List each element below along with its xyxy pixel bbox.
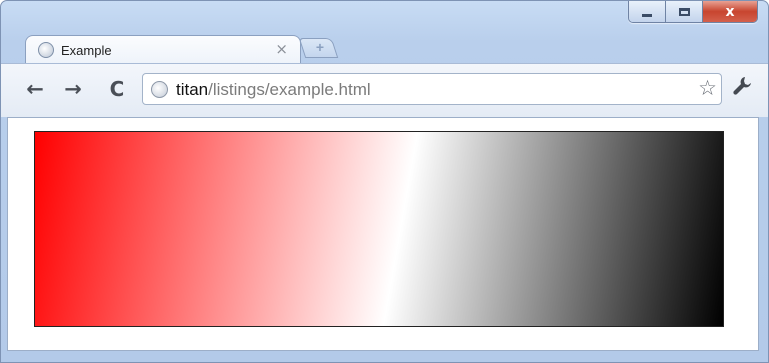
forward-button[interactable]: → xyxy=(59,74,87,104)
gradient-canvas xyxy=(34,131,724,327)
wrench-icon xyxy=(733,77,751,95)
toolbar: ← → C titan/listings/example.html ☆ xyxy=(1,63,768,117)
globe-icon xyxy=(38,42,54,58)
tab-title: Example xyxy=(61,43,112,58)
minimize-icon xyxy=(642,13,652,17)
address-bar[interactable]: titan/listings/example.html ☆ xyxy=(142,73,722,105)
wrench-menu-icon[interactable] xyxy=(731,75,753,102)
page-info-icon[interactable] xyxy=(151,81,168,98)
plus-icon: + xyxy=(315,39,325,55)
url-path: /listings/example.html xyxy=(208,80,371,99)
bookmark-star-icon[interactable]: ☆ xyxy=(698,76,717,100)
close-window-button[interactable]: x xyxy=(703,1,757,22)
url-host: titan xyxy=(176,80,209,99)
tab-close-icon[interactable]: × xyxy=(275,40,288,58)
window-controls: x xyxy=(628,1,758,23)
title-bar: x Example × + xyxy=(1,1,768,64)
page-content xyxy=(7,117,759,351)
reload-button[interactable]: C xyxy=(103,74,131,104)
maximize-button[interactable] xyxy=(666,1,703,22)
browser-window: x Example × + ← → C titan/listings/examp… xyxy=(0,0,769,363)
minimize-button[interactable] xyxy=(629,1,666,22)
close-icon: x xyxy=(725,3,735,20)
url-text: titan/listings/example.html xyxy=(176,80,371,100)
maximize-icon xyxy=(678,7,690,16)
tab-example[interactable]: Example × xyxy=(25,35,301,64)
back-button[interactable]: ← xyxy=(21,74,49,104)
